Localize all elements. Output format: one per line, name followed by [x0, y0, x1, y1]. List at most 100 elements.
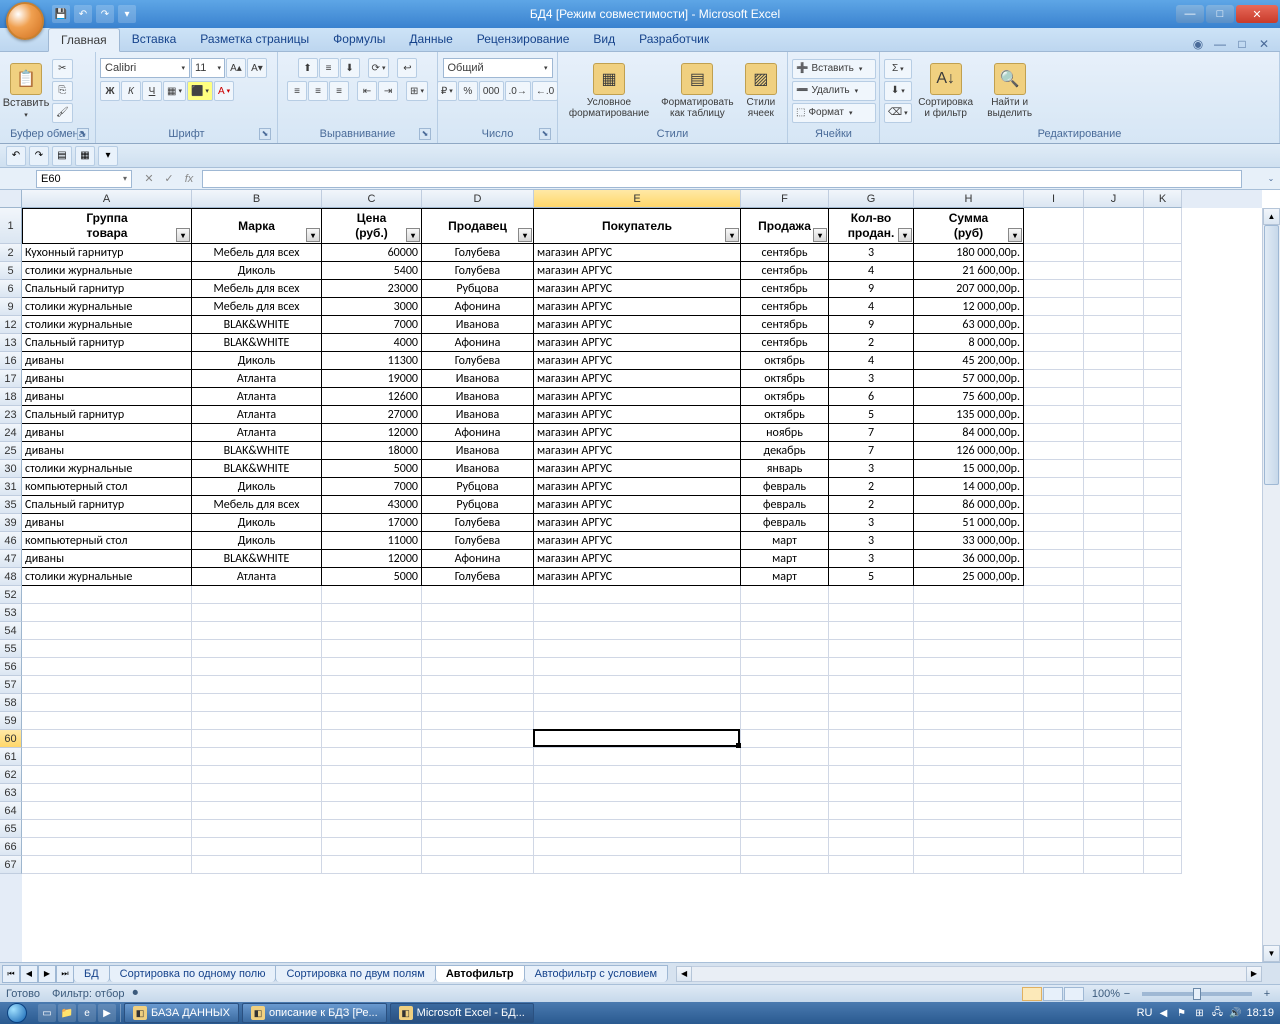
cell-r5-c8[interactable] — [1024, 334, 1084, 352]
row-header-66[interactable]: 66 — [0, 838, 22, 856]
cell-empty-30-0[interactable] — [22, 766, 192, 784]
cell-r10-c8[interactable] — [1024, 424, 1084, 442]
start-button[interactable] — [0, 1002, 34, 1024]
percent-button[interactable]: % — [458, 81, 478, 101]
filter-button-5[interactable]: ▾ — [813, 228, 827, 242]
cell-empty-22-3[interactable] — [422, 622, 534, 640]
vertical-scrollbar[interactable]: ▲ ▼ — [1262, 208, 1280, 962]
row-header-30[interactable]: 30 — [0, 460, 22, 478]
cell-empty-27-3[interactable] — [422, 712, 534, 730]
filter-button-2[interactable]: ▾ — [406, 228, 420, 242]
cell-empty-23-2[interactable] — [322, 640, 422, 658]
scroll-thumb[interactable] — [1264, 225, 1279, 485]
cell-r5-c7[interactable]: 8 000,00р. — [914, 334, 1024, 352]
cell-empty-35-10[interactable] — [1144, 856, 1182, 874]
cancel-formula-icon[interactable]: ✕ — [140, 170, 158, 188]
col-header-I[interactable]: I — [1024, 190, 1084, 208]
cell-r15-c3[interactable]: Голубева — [422, 514, 534, 532]
italic-button[interactable]: К — [121, 81, 141, 101]
cell-r7-c2[interactable]: 19000 — [322, 370, 422, 388]
cell-r7-c10[interactable] — [1144, 370, 1182, 388]
delete-cells-button[interactable]: ➖Удалить — [792, 81, 876, 101]
zoom-out-button[interactable]: − — [1120, 988, 1134, 1000]
merge-button[interactable]: ⊞ — [406, 81, 428, 101]
cell-r0-c1[interactable]: Мебель для всех — [192, 244, 322, 262]
cell-empty-32-4[interactable] — [534, 802, 741, 820]
header-cell-9[interactable] — [1084, 208, 1144, 244]
ribbon-tab-3[interactable]: Формулы — [321, 28, 397, 51]
cell-empty-24-6[interactable] — [829, 658, 914, 676]
sheet-nav-last[interactable]: ⏭ — [56, 965, 74, 983]
cell-r4-c7[interactable]: 63 000,00р. — [914, 316, 1024, 334]
filter-button-4[interactable]: ▾ — [725, 228, 739, 242]
header-cell-3[interactable]: Продавец▾ — [422, 208, 534, 244]
cell-r7-c7[interactable]: 57 000,00р. — [914, 370, 1024, 388]
row-header-63[interactable]: 63 — [0, 784, 22, 802]
row-header-56[interactable]: 56 — [0, 658, 22, 676]
cell-r2-c0[interactable]: Спальный гарнитур — [22, 280, 192, 298]
cell-empty-23-1[interactable] — [192, 640, 322, 658]
cell-empty-21-4[interactable] — [534, 604, 741, 622]
cell-r18-c10[interactable] — [1144, 568, 1182, 586]
cell-r4-c9[interactable] — [1084, 316, 1144, 334]
ribbon-minimize-icon[interactable]: — — [1212, 37, 1228, 51]
row-header-1[interactable]: 1 — [0, 208, 22, 244]
cell-empty-26-10[interactable] — [1144, 694, 1182, 712]
doc-close-icon[interactable]: ✕ — [1256, 37, 1272, 51]
row-header-24[interactable]: 24 — [0, 424, 22, 442]
cell-r17-c9[interactable] — [1084, 550, 1144, 568]
cell-r18-c6[interactable]: 5 — [829, 568, 914, 586]
horizontal-scrollbar[interactable]: ◀ ▶ — [676, 966, 1262, 982]
ribbon-tab-4[interactable]: Данные — [397, 28, 464, 51]
cell-r13-c6[interactable]: 2 — [829, 478, 914, 496]
filter-button-1[interactable]: ▾ — [306, 228, 320, 242]
cell-r17-c6[interactable]: 3 — [829, 550, 914, 568]
cell-empty-28-8[interactable] — [1024, 730, 1084, 748]
cell-empty-34-7[interactable] — [914, 838, 1024, 856]
format-cells-button[interactable]: ⬚Формат — [792, 103, 876, 123]
cell-empty-21-9[interactable] — [1084, 604, 1144, 622]
cell-r14-c6[interactable]: 2 — [829, 496, 914, 514]
cell-r9-c4[interactable]: магазин АРГУС — [534, 406, 741, 424]
wrap-text-button[interactable]: ↩ — [397, 58, 417, 78]
header-cell-2[interactable]: Цена(руб.)▾ — [322, 208, 422, 244]
sheet-nav-next[interactable]: ▶ — [38, 965, 56, 983]
cell-r6-c0[interactable]: диваны — [22, 352, 192, 370]
cell-empty-26-5[interactable] — [741, 694, 829, 712]
cell-r18-c0[interactable]: столики журнальные — [22, 568, 192, 586]
cell-r15-c5[interactable]: февраль — [741, 514, 829, 532]
cell-empty-27-4[interactable] — [534, 712, 741, 730]
col-header-C[interactable]: C — [322, 190, 422, 208]
cell-empty-32-2[interactable] — [322, 802, 422, 820]
currency-button[interactable]: ₽ — [437, 81, 457, 101]
cell-r14-c2[interactable]: 43000 — [322, 496, 422, 514]
cell-empty-22-0[interactable] — [22, 622, 192, 640]
cell-r0-c0[interactable]: Кухонный гарнитур — [22, 244, 192, 262]
row-header-55[interactable]: 55 — [0, 640, 22, 658]
tray-icon-3[interactable]: ⊞ — [1192, 1006, 1206, 1020]
row-header-60[interactable]: 60 — [0, 730, 22, 748]
cell-empty-34-2[interactable] — [322, 838, 422, 856]
tray-volume-icon[interactable]: 🔊 — [1228, 1006, 1242, 1020]
cell-empty-25-5[interactable] — [741, 676, 829, 694]
cell-r3-c2[interactable]: 3000 — [322, 298, 422, 316]
font-name-select[interactable]: Calibri▾ — [100, 58, 190, 78]
cell-r3-c6[interactable]: 4 — [829, 298, 914, 316]
ribbon-tab-7[interactable]: Разработчик — [627, 28, 721, 51]
cell-r18-c5[interactable]: март — [741, 568, 829, 586]
cell-empty-34-10[interactable] — [1144, 838, 1182, 856]
bold-button[interactable]: Ж — [100, 81, 120, 101]
cell-empty-28-6[interactable] — [829, 730, 914, 748]
cell-empty-35-0[interactable] — [22, 856, 192, 874]
decrease-decimal-button[interactable]: ←.0 — [532, 81, 558, 101]
cell-r14-c5[interactable]: февраль — [741, 496, 829, 514]
cell-empty-33-3[interactable] — [422, 820, 534, 838]
cell-empty-30-10[interactable] — [1144, 766, 1182, 784]
cell-r3-c5[interactable]: сентябрь — [741, 298, 829, 316]
cell-r16-c7[interactable]: 33 000,00р. — [914, 532, 1024, 550]
cell-r9-c2[interactable]: 27000 — [322, 406, 422, 424]
ql-wmp-icon[interactable]: ▶ — [98, 1004, 116, 1022]
cell-empty-26-3[interactable] — [422, 694, 534, 712]
cell-empty-22-7[interactable] — [914, 622, 1024, 640]
formula-expand-icon[interactable]: ⌄ — [1262, 174, 1280, 183]
